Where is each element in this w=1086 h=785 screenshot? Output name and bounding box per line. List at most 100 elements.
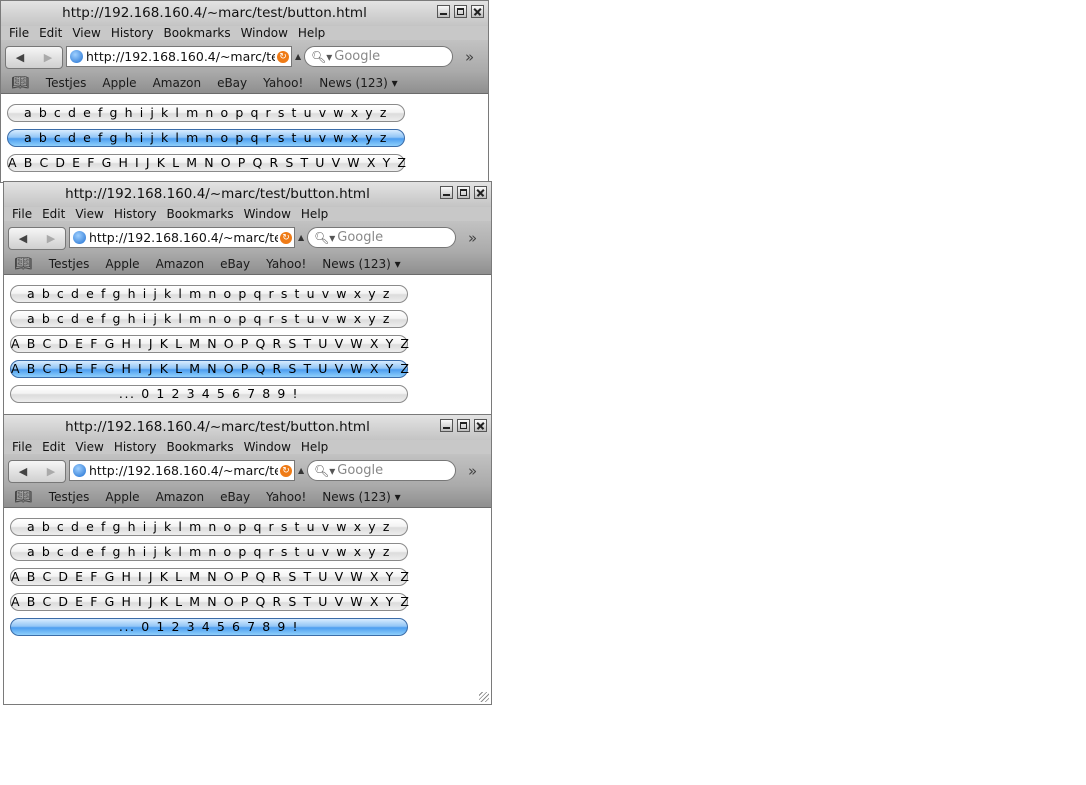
pill-button[interactable]: a b c d e f g h i j k l m n o p q r s t … bbox=[10, 285, 408, 303]
bookmarks-bar: 📖︎ Testjes Apple Amazon eBay Yahoo! News… bbox=[4, 254, 491, 275]
title-bar[interactable]: http://192.168.160.4/~marc/test/button.h… bbox=[4, 182, 491, 207]
pill-button[interactable]: a b c d e f g h i j k l m n o p q r s t … bbox=[10, 310, 408, 328]
menu-edit[interactable]: Edit bbox=[34, 26, 67, 40]
bookmark-amazon[interactable]: Amazon bbox=[148, 257, 213, 271]
search-field[interactable]: 🔍︎▾ Google bbox=[307, 227, 456, 248]
reload-icon[interactable]: ↻ bbox=[280, 464, 292, 477]
back-arrow-icon[interactable]: ◀ bbox=[19, 465, 27, 478]
chevron-double-right-icon[interactable]: » bbox=[468, 229, 477, 247]
address-input[interactable]: http://192.168.160.4/~marc/te bbox=[89, 230, 278, 245]
window-title: http://192.168.160.4/~marc/test/button.h… bbox=[62, 5, 367, 21]
pill-button[interactable]: A B C D E F G H I J K L M N O P Q R S T … bbox=[7, 154, 406, 172]
bookmark-news-menu[interactable]: News (123) ▾ bbox=[314, 490, 408, 504]
bookmark-apple[interactable]: Apple bbox=[97, 490, 147, 504]
address-input[interactable]: http://192.168.160.4/~marc/te bbox=[86, 49, 275, 64]
pill-button[interactable]: A B C D E F G H I J K L M N O P Q R S T … bbox=[10, 335, 409, 353]
magnifier-icon[interactable]: 🔍︎▾ bbox=[314, 464, 335, 478]
menu-file[interactable]: File bbox=[7, 207, 37, 221]
pill-button[interactable]: ... 0 1 2 3 4 5 6 7 8 9 ! bbox=[10, 618, 408, 636]
bookmark-ebay[interactable]: eBay bbox=[212, 490, 258, 504]
pill-button[interactable]: a b c d e f g h i j k l m n o p q r s t … bbox=[10, 543, 408, 561]
address-stepper-icon[interactable]: ▲ bbox=[298, 466, 304, 475]
address-stepper-icon[interactable]: ▲ bbox=[295, 52, 301, 61]
bookmark-apple[interactable]: Apple bbox=[97, 257, 147, 271]
pill-button[interactable]: A B C D E F G H I J K L M N O P Q R S T … bbox=[10, 568, 409, 586]
pill-button[interactable]: A B C D E F G H I J K L M N O P Q R S T … bbox=[10, 593, 409, 611]
bookmark-yahoo[interactable]: Yahoo! bbox=[258, 257, 314, 271]
magnifier-icon[interactable]: 🔍︎▾ bbox=[314, 231, 335, 245]
menu-view[interactable]: View bbox=[70, 440, 108, 454]
title-bar[interactable]: http://192.168.160.4/~marc/test/button.h… bbox=[1, 1, 488, 26]
back-arrow-icon[interactable]: ◀ bbox=[16, 51, 24, 64]
menu-edit[interactable]: Edit bbox=[37, 440, 70, 454]
maximize-icon[interactable] bbox=[454, 5, 467, 18]
forward-arrow-icon[interactable]: ▶ bbox=[47, 465, 55, 478]
address-bar[interactable]: http://192.168.160.4/~marc/te ↻ bbox=[66, 46, 292, 67]
bookmark-yahoo[interactable]: Yahoo! bbox=[255, 76, 311, 90]
menu-file[interactable]: File bbox=[4, 26, 34, 40]
bookmark-ebay[interactable]: eBay bbox=[212, 257, 258, 271]
menu-bookmarks[interactable]: Bookmarks bbox=[162, 207, 239, 221]
bookmark-news-menu[interactable]: News (123) ▾ bbox=[311, 76, 405, 90]
menu-bookmarks[interactable]: Bookmarks bbox=[159, 26, 236, 40]
menu-help[interactable]: Help bbox=[296, 440, 333, 454]
address-input[interactable]: http://192.168.160.4/~marc/te bbox=[89, 463, 278, 478]
bookmarks-bar: 📖︎ Testjes Apple Amazon eBay Yahoo! News… bbox=[1, 73, 488, 94]
pill-button[interactable]: ... 0 1 2 3 4 5 6 7 8 9 ! bbox=[10, 385, 408, 403]
address-bar[interactable]: http://192.168.160.4/~marc/te ↻ bbox=[69, 460, 295, 481]
bookmark-testjes[interactable]: Testjes bbox=[41, 490, 98, 504]
open-book-icon[interactable]: 📖︎ bbox=[14, 489, 32, 505]
close-icon[interactable] bbox=[474, 186, 487, 199]
bookmark-testjes[interactable]: Testjes bbox=[38, 76, 95, 90]
chevron-double-right-icon[interactable]: » bbox=[465, 48, 474, 66]
menu-history[interactable]: History bbox=[109, 207, 162, 221]
bookmark-apple[interactable]: Apple bbox=[94, 76, 144, 90]
close-icon[interactable] bbox=[474, 419, 487, 432]
forward-arrow-icon[interactable]: ▶ bbox=[47, 232, 55, 245]
search-placeholder: Google bbox=[337, 463, 384, 478]
pill-button[interactable]: A B C D E F G H I J K L M N O P Q R S T … bbox=[10, 360, 409, 378]
menu-history[interactable]: History bbox=[106, 26, 159, 40]
menu-history[interactable]: History bbox=[109, 440, 162, 454]
bookmark-amazon[interactable]: Amazon bbox=[148, 490, 213, 504]
bookmark-news-menu[interactable]: News (123) ▾ bbox=[314, 257, 408, 271]
menu-help[interactable]: Help bbox=[293, 26, 330, 40]
maximize-icon[interactable] bbox=[457, 186, 470, 199]
back-arrow-icon[interactable]: ◀ bbox=[19, 232, 27, 245]
menu-help[interactable]: Help bbox=[296, 207, 333, 221]
menu-bookmarks[interactable]: Bookmarks bbox=[162, 440, 239, 454]
menu-view[interactable]: View bbox=[67, 26, 105, 40]
pill-button[interactable]: a b c d e f g h i j k l m n o p q r s t … bbox=[7, 129, 405, 147]
reload-icon[interactable]: ↻ bbox=[280, 231, 292, 244]
menu-window[interactable]: Window bbox=[236, 26, 293, 40]
address-stepper-icon[interactable]: ▲ bbox=[298, 233, 304, 242]
search-field[interactable]: 🔍︎▾ Google bbox=[304, 46, 453, 67]
reload-icon[interactable]: ↻ bbox=[277, 50, 289, 63]
close-icon[interactable] bbox=[471, 5, 484, 18]
resize-grip-icon[interactable] bbox=[479, 692, 489, 702]
menu-edit[interactable]: Edit bbox=[37, 207, 70, 221]
bookmark-amazon[interactable]: Amazon bbox=[145, 76, 210, 90]
minimize-icon[interactable] bbox=[437, 5, 450, 18]
menu-view[interactable]: View bbox=[70, 207, 108, 221]
pill-button[interactable]: a b c d e f g h i j k l m n o p q r s t … bbox=[7, 104, 405, 122]
bookmark-yahoo[interactable]: Yahoo! bbox=[258, 490, 314, 504]
title-bar[interactable]: http://192.168.160.4/~marc/test/button.h… bbox=[4, 415, 491, 440]
menu-file[interactable]: File bbox=[7, 440, 37, 454]
open-book-icon[interactable]: 📖︎ bbox=[11, 75, 29, 91]
bookmark-testjes[interactable]: Testjes bbox=[41, 257, 98, 271]
maximize-icon[interactable] bbox=[457, 419, 470, 432]
pill-button[interactable]: a b c d e f g h i j k l m n o p q r s t … bbox=[10, 518, 408, 536]
minimize-icon[interactable] bbox=[440, 186, 453, 199]
menu-window[interactable]: Window bbox=[239, 207, 296, 221]
magnifier-icon[interactable]: 🔍︎▾ bbox=[311, 50, 332, 64]
forward-arrow-icon[interactable]: ▶ bbox=[44, 51, 52, 64]
address-bar[interactable]: http://192.168.160.4/~marc/te ↻ bbox=[69, 227, 295, 248]
search-field[interactable]: 🔍︎▾ Google bbox=[307, 460, 456, 481]
open-book-icon[interactable]: 📖︎ bbox=[14, 256, 32, 272]
menu-window[interactable]: Window bbox=[239, 440, 296, 454]
browser-window-1: http://192.168.160.4/~marc/test/button.h… bbox=[0, 0, 489, 183]
chevron-double-right-icon[interactable]: » bbox=[468, 462, 477, 480]
minimize-icon[interactable] bbox=[440, 419, 453, 432]
bookmark-ebay[interactable]: eBay bbox=[209, 76, 255, 90]
